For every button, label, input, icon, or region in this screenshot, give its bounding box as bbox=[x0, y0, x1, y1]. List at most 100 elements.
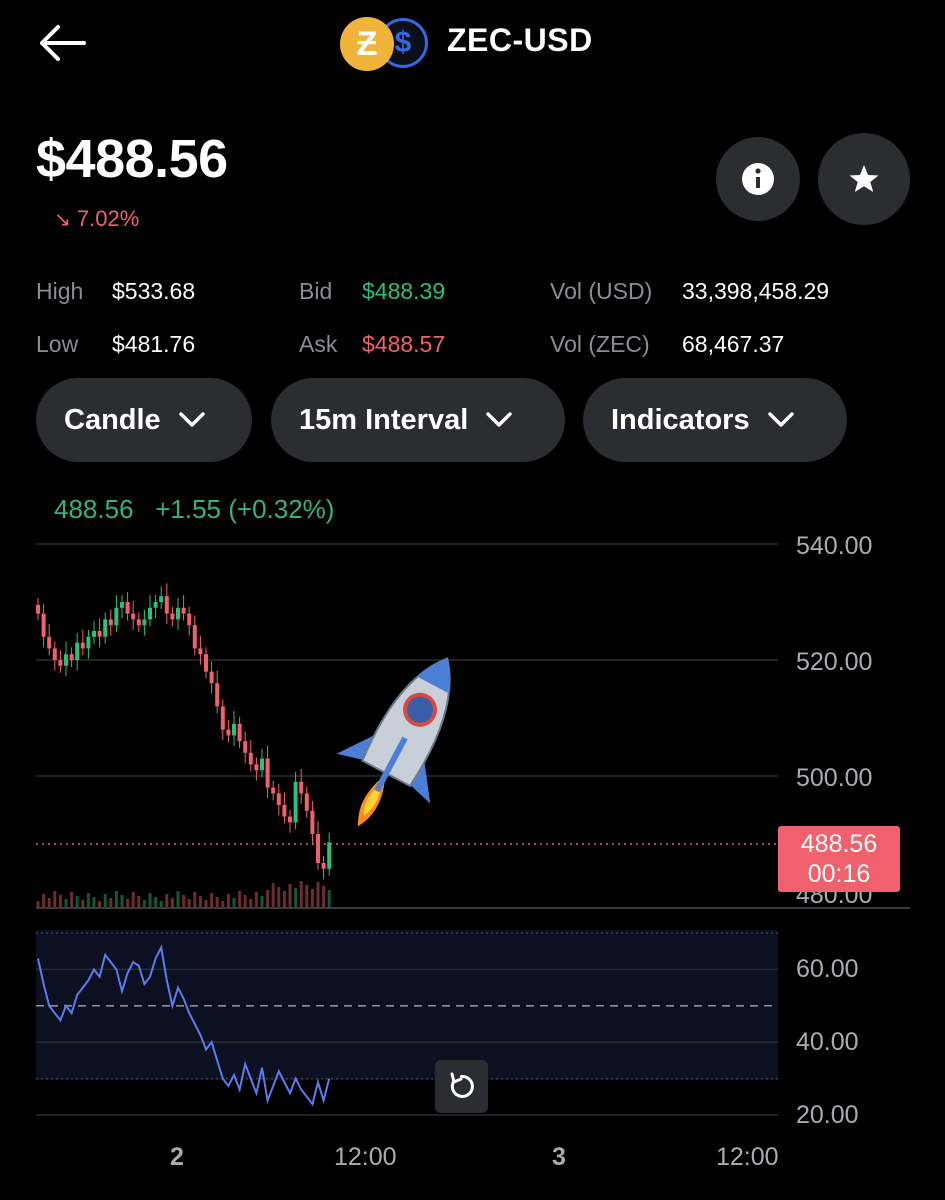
volume-bar bbox=[193, 892, 197, 907]
candle-body bbox=[75, 642, 80, 660]
candle-body bbox=[176, 607, 180, 620]
volume-bar bbox=[36, 901, 40, 907]
rsi-axis-40: 40.00 bbox=[796, 1028, 859, 1056]
volume-bar bbox=[266, 890, 270, 907]
candle-body bbox=[254, 764, 259, 771]
chart-type-label: Candle bbox=[64, 403, 161, 436]
candle-body bbox=[276, 793, 281, 805]
volume-bar bbox=[305, 885, 309, 907]
candle-body bbox=[108, 619, 113, 626]
reset-chart-button[interactable] bbox=[435, 1060, 488, 1113]
interval-label: 15m Interval bbox=[299, 403, 469, 436]
volume-bar bbox=[98, 901, 102, 907]
volume-bar bbox=[159, 901, 163, 907]
bid-value: $488.39 bbox=[362, 278, 446, 304]
volume-bar bbox=[294, 888, 298, 907]
rsi-axis-20: 20.00 bbox=[796, 1101, 859, 1125]
price-axis-520: 520.00 bbox=[796, 648, 872, 676]
volume-bar bbox=[70, 892, 74, 907]
candle-body bbox=[209, 671, 214, 684]
volume-bar bbox=[148, 893, 152, 907]
volume-bar bbox=[126, 899, 130, 907]
chart-quote: 488.56 +1.55 (+0.32%) bbox=[54, 494, 334, 525]
candle-body bbox=[36, 604, 40, 614]
candle-body bbox=[215, 683, 220, 707]
candle-body bbox=[58, 660, 63, 666]
candle-body bbox=[187, 613, 192, 626]
vol-usd-label: Vol (USD) bbox=[550, 278, 653, 304]
candle-body bbox=[327, 842, 332, 869]
candle-body bbox=[265, 758, 270, 788]
volume-bar bbox=[243, 895, 247, 907]
info-button[interactable] bbox=[716, 137, 800, 221]
candle-body bbox=[181, 607, 186, 614]
candle-body bbox=[164, 596, 169, 614]
candle-body bbox=[260, 758, 264, 771]
candle-body bbox=[237, 723, 242, 742]
indicators-dropdown[interactable]: Indicators bbox=[583, 378, 847, 462]
candle-body bbox=[232, 723, 236, 736]
volume-bar bbox=[316, 882, 320, 907]
volume-bar bbox=[154, 897, 158, 907]
volume-bar bbox=[226, 894, 230, 907]
chevron-down-icon bbox=[486, 412, 512, 427]
quote-change: +1.55 bbox=[155, 494, 221, 524]
candle-body bbox=[148, 607, 152, 620]
volume-bar bbox=[327, 890, 331, 907]
volume-bar bbox=[142, 900, 146, 907]
volume-bar bbox=[221, 901, 225, 907]
volume-bar bbox=[182, 895, 186, 907]
reset-icon bbox=[450, 1072, 474, 1098]
time-axis-noon-1: 12:00 bbox=[334, 1143, 397, 1171]
candle-body bbox=[64, 654, 68, 666]
low-value: $481.76 bbox=[112, 331, 196, 357]
interval-dropdown[interactable]: 15m Interval bbox=[271, 378, 565, 462]
time-axis-day-2: 2 bbox=[170, 1143, 184, 1171]
volume-bar bbox=[120, 895, 124, 907]
volume-bar bbox=[299, 881, 303, 907]
time-axis-day-3: 3 bbox=[552, 1143, 566, 1171]
volume-bar bbox=[204, 900, 208, 907]
indicators-label: Indicators bbox=[611, 403, 750, 436]
candle-body bbox=[153, 602, 158, 608]
candle-body bbox=[142, 619, 147, 626]
candle-body bbox=[198, 648, 203, 655]
chart-type-dropdown[interactable]: Candle bbox=[36, 378, 252, 462]
volume-bar bbox=[58, 895, 62, 907]
vol-zec-value: 68,467.37 bbox=[682, 331, 785, 357]
candle-body bbox=[226, 729, 231, 736]
candle-body bbox=[170, 613, 175, 620]
candle-body bbox=[293, 781, 298, 823]
candle-body bbox=[125, 602, 130, 614]
bid-label: Bid bbox=[299, 278, 333, 304]
volume-bar bbox=[47, 898, 51, 907]
candle-body bbox=[299, 781, 304, 794]
vol-zec-label: Vol (ZEC) bbox=[550, 331, 650, 357]
volume-bar bbox=[260, 896, 264, 907]
vol-usd-value: 33,398,458.29 bbox=[682, 278, 830, 304]
volume-bar bbox=[64, 899, 68, 907]
candle-body bbox=[288, 816, 292, 823]
zec-coin-icon: Ƶ bbox=[340, 17, 394, 71]
candle-body bbox=[316, 834, 320, 863]
volume-bars bbox=[36, 881, 331, 907]
candle-body bbox=[92, 631, 96, 637]
price-axis-540: 540.00 bbox=[796, 532, 872, 560]
volume-bar bbox=[210, 893, 214, 907]
info-icon bbox=[742, 163, 774, 195]
candle-body bbox=[97, 631, 102, 637]
favorite-button[interactable] bbox=[818, 133, 910, 225]
high-value: $533.68 bbox=[112, 278, 196, 304]
current-price: $488.56 bbox=[36, 129, 228, 189]
candle-body bbox=[120, 602, 124, 608]
volume-bar bbox=[254, 892, 258, 907]
pair-title: ZEC-USD bbox=[447, 22, 593, 58]
candle-body bbox=[271, 787, 276, 794]
volume-bar bbox=[131, 892, 135, 907]
chevron-down-icon bbox=[178, 412, 205, 427]
pair-icons: $ Ƶ bbox=[340, 17, 432, 71]
low-label: Low bbox=[36, 331, 79, 357]
back-button[interactable] bbox=[36, 22, 88, 64]
candle-body bbox=[136, 619, 141, 626]
last-price-tag: 488.56 00:16 bbox=[778, 826, 900, 892]
